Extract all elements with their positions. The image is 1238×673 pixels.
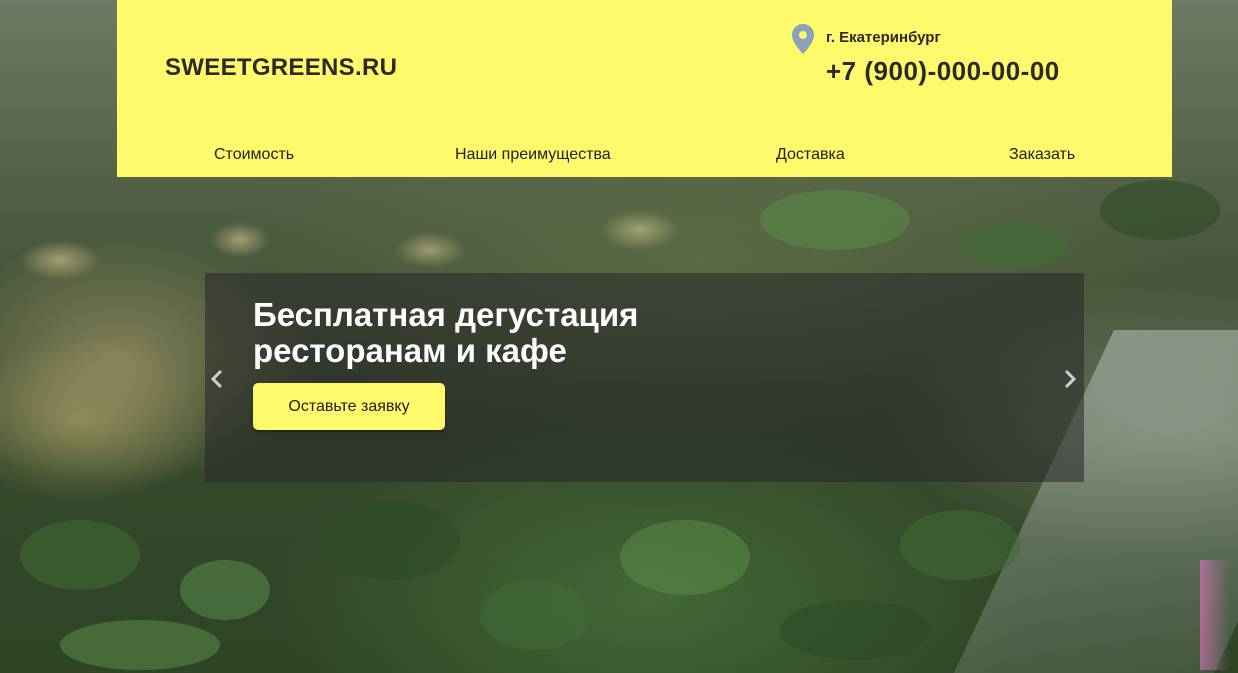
chevron-left-icon (210, 369, 223, 389)
nav-item-delivery[interactable]: Доставка (776, 146, 845, 164)
leaf-decor (180, 560, 270, 620)
map-pin-icon (792, 24, 814, 54)
slide-title-line: Бесплатная дегустация (253, 296, 639, 333)
site-header: SWEETGREENS.RU г. Екатеринбург +7 (900)-… (117, 0, 1172, 177)
site-logo[interactable]: SWEETGREENS.RU (165, 54, 397, 82)
leave-request-button[interactable]: Оставьте заявку (253, 383, 445, 430)
leaf-decor (760, 190, 910, 250)
leaf-decor (900, 510, 1020, 580)
main-nav: Стоимость Наши преимущества Доставка Зак… (214, 146, 1076, 168)
slide-title-line: ресторанам и кафе (253, 332, 567, 369)
slider-next-button[interactable] (1060, 364, 1080, 394)
leaf-decor (620, 520, 750, 595)
leaf-decor (480, 580, 590, 650)
nav-item-price[interactable]: Стоимость (214, 146, 294, 164)
leaf-decor (780, 600, 930, 660)
leaf-decor (960, 220, 1070, 270)
pea-sprouts-decor (0, 200, 760, 280)
nav-item-order[interactable]: Заказать (1009, 146, 1075, 164)
slider-prev-button[interactable] (207, 364, 227, 394)
location-block: г. Екатеринбург (792, 24, 941, 54)
city-label: г. Екатеринбург (826, 28, 941, 46)
leaf-decor (60, 620, 220, 670)
leaf-decor (20, 520, 140, 590)
leaf-decor (320, 500, 460, 580)
phone-number[interactable]: +7 (900)-000-00-00 (826, 56, 1060, 87)
slide-title: Бесплатная дегустация ресторанам и кафе (253, 297, 773, 369)
light-decor (1200, 560, 1230, 670)
chevron-right-icon (1064, 369, 1077, 389)
nav-item-advantages[interactable]: Наши преимущества (455, 146, 611, 164)
promo-slider: Бесплатная дегустация ресторанам и кафе … (205, 273, 1084, 482)
leaf-decor (1100, 180, 1220, 240)
